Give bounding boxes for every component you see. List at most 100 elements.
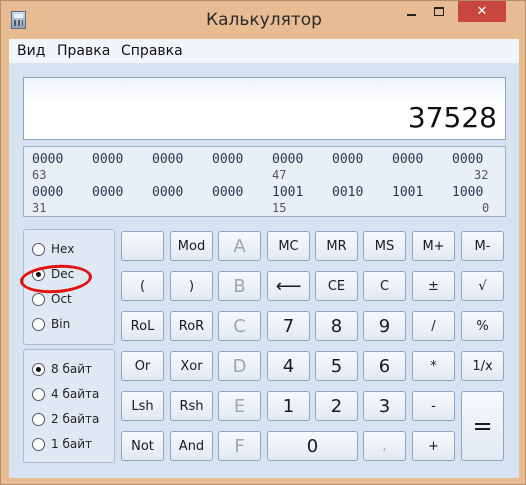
radio-bin[interactable]: Bin (32, 317, 70, 331)
radio-dword[interactable]: 4 байта (32, 387, 99, 401)
radio-circle (32, 387, 45, 401)
digit-0-key[interactable]: 0 (267, 431, 358, 461)
left-paren-key[interactable]: ( (121, 271, 164, 301)
percent-key[interactable]: % (461, 311, 504, 341)
plus-minus-key[interactable]: ± (412, 271, 455, 301)
menu-bar: Вид Правка Справка (9, 39, 519, 63)
bit-group[interactable]: 0000 (212, 185, 243, 200)
and-key[interactable]: And (170, 431, 213, 461)
digit-9-key[interactable]: 9 (363, 311, 406, 341)
backspace-key[interactable]: ⟵ (267, 271, 310, 301)
lsh-key[interactable]: Lsh (121, 391, 164, 421)
digit-6-key[interactable]: 6 (363, 351, 406, 381)
xor-key[interactable]: Xor (170, 351, 213, 381)
close-button[interactable]: ✕ (458, 1, 506, 22)
digit-5-key[interactable]: 5 (315, 351, 358, 381)
radio-hex[interactable]: Hex (32, 242, 74, 256)
radio-label: Hex (51, 242, 75, 256)
bit-group[interactable]: 0000 (92, 185, 123, 200)
title-bar[interactable]: Калькулятор ✕ (1, 1, 526, 39)
radio-byte[interactable]: 1 байт (32, 437, 92, 451)
radio-word[interactable]: 2 байта (32, 412, 99, 426)
hex-f-key[interactable]: F (218, 431, 261, 461)
number-base-group: Hex Dec Oct Bin (19, 229, 115, 345)
bit-group[interactable]: 0000 (212, 152, 243, 167)
calculator-window: Калькулятор ✕ Вид Правка Справка 37528 0… (0, 0, 526, 485)
bit-group[interactable]: 1001 (392, 185, 423, 200)
digit-3-key[interactable]: 3 (363, 391, 406, 421)
bit-group[interactable]: 0000 (32, 152, 63, 167)
minimize-icon (407, 13, 416, 16)
bit-group[interactable]: 0000 (452, 152, 483, 167)
rsh-key[interactable]: Rsh (170, 391, 213, 421)
blank-key[interactable] (121, 231, 164, 261)
clear-key[interactable]: C (363, 271, 406, 301)
hex-d-key[interactable]: D (218, 351, 261, 381)
radio-circle (32, 412, 45, 426)
digit-1-key[interactable]: 1 (267, 391, 310, 421)
menu-help[interactable]: Справка (121, 43, 183, 59)
ror-key[interactable]: RoR (170, 311, 213, 341)
add-key[interactable]: + (412, 431, 455, 461)
radio-label: 4 байта (51, 387, 100, 401)
bit-position-label: 63 (32, 168, 47, 182)
radio-label: Bin (51, 317, 71, 331)
multiply-key[interactable]: * (412, 351, 455, 381)
decimal-key[interactable]: , (363, 431, 406, 461)
radio-label: Oct (51, 292, 72, 306)
hex-c-key[interactable]: C (218, 311, 261, 341)
mr-key[interactable]: MR (315, 231, 358, 261)
bit-position-label: 32 (474, 168, 489, 182)
divide-key[interactable]: / (412, 311, 455, 341)
mc-key[interactable]: MC (267, 231, 310, 261)
right-paren-key[interactable]: ) (170, 271, 213, 301)
reciprocal-key[interactable]: 1/x (461, 351, 504, 381)
client-area: Вид Правка Справка 37528 0000 0000 0000 … (9, 39, 519, 478)
close-icon: ✕ (476, 4, 488, 19)
hex-b-key[interactable]: B (218, 271, 261, 301)
bit-group[interactable]: 0000 (92, 152, 123, 167)
bit-group[interactable]: 1000 (452, 185, 483, 200)
radio-circle (32, 292, 45, 306)
ms-key[interactable]: MS (363, 231, 406, 261)
radio-oct[interactable]: Oct (32, 292, 72, 306)
bit-group[interactable]: 0000 (32, 185, 63, 200)
hex-e-key[interactable]: E (218, 391, 261, 421)
radio-label: 2 байта (51, 412, 100, 426)
mod-key[interactable]: Mod (170, 231, 213, 261)
maximize-button[interactable] (425, 1, 452, 22)
mminus-key[interactable]: M- (461, 231, 504, 261)
menu-view[interactable]: Вид (17, 43, 45, 59)
menu-edit[interactable]: Правка (57, 43, 110, 59)
bit-group[interactable]: 0010 (332, 185, 363, 200)
digit-4-key[interactable]: 4 (267, 351, 310, 381)
radio-circle (32, 437, 45, 451)
mplus-key[interactable]: M+ (412, 231, 455, 261)
radio-label: 1 байт (51, 437, 92, 451)
red-highlight-circle (19, 262, 93, 296)
bit-group[interactable]: 1001 (272, 185, 303, 200)
equals-key[interactable]: = (461, 391, 504, 461)
bit-group[interactable]: 0000 (272, 152, 303, 167)
digit-8-key[interactable]: 8 (315, 311, 358, 341)
bit-group[interactable]: 0000 (152, 185, 183, 200)
not-key[interactable]: Not (121, 431, 164, 461)
word-size-group: 8 байт 4 байта 2 байта 1 байт (23, 349, 115, 463)
bit-group[interactable]: 0000 (152, 152, 183, 167)
minimize-button[interactable] (398, 1, 425, 22)
radio-circle-selected (32, 362, 45, 376)
rol-key[interactable]: RoL (121, 311, 164, 341)
bit-group[interactable]: 0000 (332, 152, 363, 167)
digit-7-key[interactable]: 7 (267, 311, 310, 341)
display-value: 37528 (407, 101, 497, 134)
radio-qword[interactable]: 8 байт (32, 362, 92, 376)
radio-circle (32, 242, 45, 256)
digit-2-key[interactable]: 2 (315, 391, 358, 421)
ce-key[interactable]: CE (315, 271, 358, 301)
bit-group[interactable]: 0000 (392, 152, 423, 167)
bit-position-label: 0 (482, 201, 490, 215)
sqrt-key[interactable]: √ (461, 271, 504, 301)
hex-a-key[interactable]: A (218, 231, 261, 261)
subtract-key[interactable]: - (412, 391, 455, 421)
or-key[interactable]: Or (121, 351, 164, 381)
